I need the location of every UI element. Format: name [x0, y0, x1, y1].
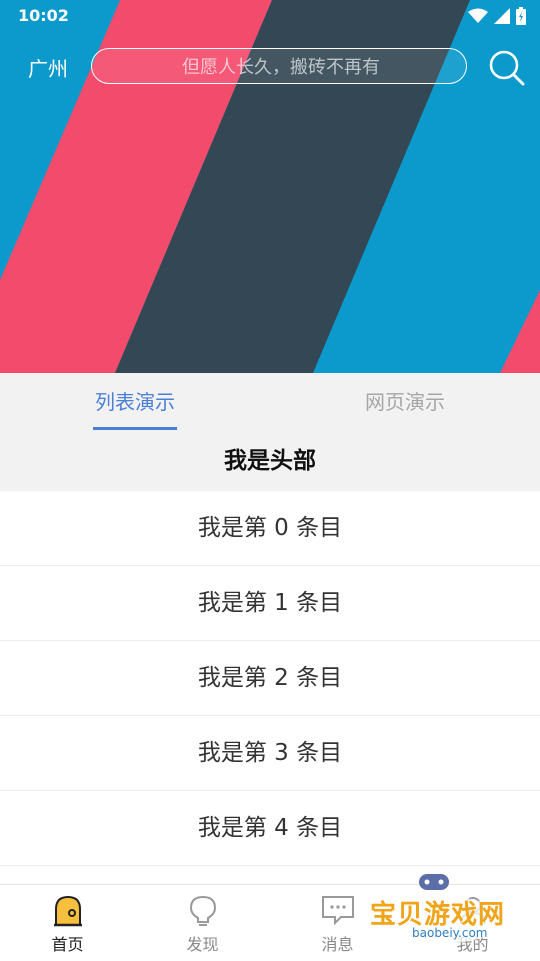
nav-discover-label: 发现 [186, 935, 219, 954]
list-item[interactable]: 我是第 3 条目 [0, 716, 540, 791]
tab-web-demo[interactable]: 网页演示 [270, 373, 540, 431]
lightbulb-icon [189, 895, 216, 926]
message-icon [321, 896, 354, 925]
nav-messages-label: 消息 [321, 935, 354, 954]
bottom-navigation: 首页 发现 消息 我的 [0, 884, 540, 961]
nav-discover[interactable]: 发现 [135, 885, 270, 961]
list-item[interactable]: 我是第 4 条目 [0, 791, 540, 866]
status-icons [468, 6, 526, 26]
nav-profile-label: 我的 [456, 935, 489, 954]
cellular-signal-icon [494, 8, 510, 24]
status-bar: 10:02 [0, 0, 540, 32]
nav-home[interactable]: 首页 [0, 885, 135, 961]
nav-profile[interactable]: 我的 [405, 885, 540, 961]
list-item[interactable]: 我是第 0 条目 [0, 491, 540, 566]
search-input[interactable] [92, 49, 470, 85]
wifi-icon [468, 8, 488, 23]
search-icon[interactable] [488, 49, 526, 87]
tab-list-demo[interactable]: 列表演示 [0, 373, 270, 431]
list-header: 我是头部 [0, 431, 540, 491]
battery-icon [516, 7, 526, 25]
profile-icon [459, 897, 486, 925]
status-time: 10:02 [18, 6, 69, 25]
nav-messages[interactable]: 消息 [270, 885, 405, 961]
search-box[interactable] [91, 48, 470, 85]
list-item[interactable]: 我是第 2 条目 [0, 641, 540, 716]
tab-indicator [93, 427, 177, 430]
list-item[interactable]: 我是第 1 条目 [0, 566, 540, 641]
item-list[interactable]: 我是第 0 条目 我是第 1 条目 我是第 2 条目 我是第 3 条目 我是第 … [0, 491, 540, 884]
tab-bar: 列表演示 网页演示 [0, 373, 540, 431]
home-icon [53, 895, 82, 927]
city-selector[interactable]: 广州 [28, 53, 68, 82]
nav-home-label: 首页 [51, 935, 84, 954]
